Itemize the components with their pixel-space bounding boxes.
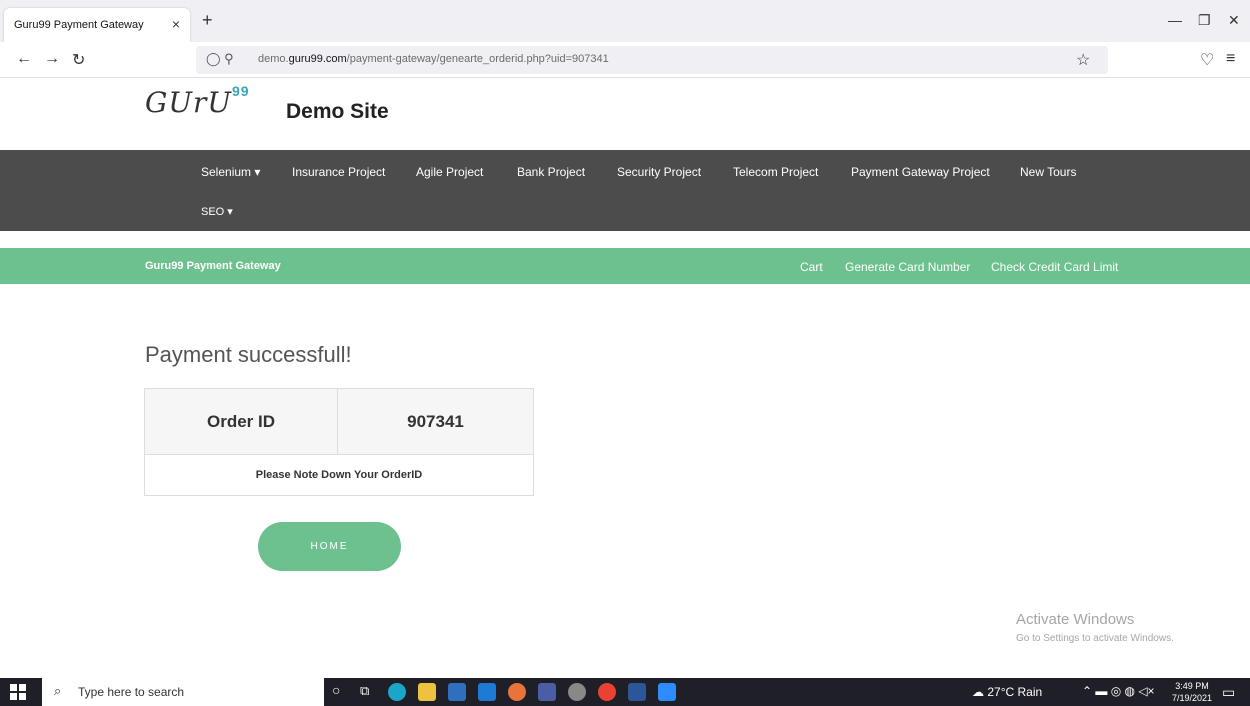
browser-tab-bar: Guru99 Payment Gateway × + — ❐ ✕ xyxy=(0,0,1250,42)
cart-link[interactable]: Cart xyxy=(800,260,823,274)
restore-icon[interactable]: ❐ xyxy=(1198,12,1211,29)
order-note: Please Note Down Your OrderID xyxy=(255,469,423,481)
minimize-icon[interactable]: — xyxy=(1168,12,1182,28)
menu-item-seo[interactable]: SEO ▾ xyxy=(201,205,233,218)
word-icon[interactable] xyxy=(628,683,646,701)
settings-gear-icon[interactable] xyxy=(568,683,586,701)
site-info-icon[interactable]: ◯ ⚲ xyxy=(206,51,234,67)
menu-hamburger-icon[interactable]: ≡ xyxy=(1226,50,1235,68)
cortana-icon[interactable]: ○ xyxy=(332,682,350,700)
window-close-icon[interactable]: ✕ xyxy=(1228,12,1240,29)
tab-title: Guru99 Payment Gateway xyxy=(14,19,144,31)
gateway-brand[interactable]: Guru99 Payment Gateway xyxy=(145,260,281,272)
guru99-logo[interactable]: GUrU99 xyxy=(145,83,250,119)
store-icon[interactable] xyxy=(448,683,466,701)
weather-widget[interactable]: ☁ 27°C Rain xyxy=(972,685,1042,699)
back-icon[interactable]: ← xyxy=(16,50,32,68)
menu-item-payment-gateway[interactable]: Payment Gateway Project xyxy=(851,165,990,179)
check-credit-card-limit-link[interactable]: Check Credit Card Limit xyxy=(991,260,1118,274)
close-tab-icon[interactable]: × xyxy=(172,16,180,32)
home-button[interactable]: HOME xyxy=(258,522,401,571)
new-tab-button[interactable]: + xyxy=(202,10,213,31)
url-text: demo.guru99.com/payment-gateway/genearte… xyxy=(258,53,609,65)
gateway-nav-bar: Guru99 Payment Gateway Cart Generate Car… xyxy=(0,248,1250,284)
notification-icon[interactable]: ▭ xyxy=(1222,684,1235,701)
menu-item-selenium[interactable]: Selenium ▾ xyxy=(201,165,260,179)
firefox-icon[interactable] xyxy=(508,683,526,701)
menu-item-new-tours[interactable]: New Tours xyxy=(1020,165,1076,179)
taskbar-search-placeholder: Type here to search xyxy=(78,685,185,699)
menu-item-security[interactable]: Security Project xyxy=(617,165,701,179)
app-icon[interactable] xyxy=(538,683,556,701)
bookmark-star-icon[interactable]: ☆ xyxy=(1076,50,1090,70)
order-id-value: 907341 xyxy=(338,389,533,455)
reload-icon[interactable]: ↻ xyxy=(72,50,85,70)
activate-windows-subtitle: Go to Settings to activate Windows. xyxy=(1016,633,1174,644)
pocket-icon[interactable]: ♡ xyxy=(1200,50,1214,70)
edge-icon[interactable] xyxy=(388,683,406,701)
payment-success-heading: Payment successfull! xyxy=(145,342,352,367)
order-table: Order ID 907341 Please Note Down Your Or… xyxy=(144,388,534,496)
windows-taskbar: ⌕ Type here to search ○ ⧉ ☁ 27°C Rain ⌃ … xyxy=(0,678,1250,706)
menu-item-bank[interactable]: Bank Project xyxy=(517,165,585,179)
menu-item-insurance[interactable]: Insurance Project xyxy=(292,165,385,179)
site-header: GUrU99 Demo Site xyxy=(0,78,1250,150)
browser-tab[interactable]: Guru99 Payment Gateway × xyxy=(4,8,190,42)
clock-time: 3:49 PM xyxy=(1175,681,1209,691)
task-view-icon[interactable]: ⧉ xyxy=(360,683,378,701)
menu-item-agile[interactable]: Agile Project xyxy=(416,165,483,179)
taskbar-search-box[interactable]: ⌕ Type here to search xyxy=(42,678,324,706)
activate-windows-title: Activate Windows xyxy=(1016,611,1135,628)
site-title: Demo Site xyxy=(286,100,389,123)
generate-card-number-link[interactable]: Generate Card Number xyxy=(845,260,970,274)
forward-icon[interactable]: → xyxy=(44,50,60,68)
clock[interactable]: 3:49 PM 7/19/2021 xyxy=(1172,680,1212,704)
main-menu: Selenium ▾ Insurance Project Agile Proje… xyxy=(0,150,1250,231)
clock-date: 7/19/2021 xyxy=(1172,693,1213,703)
url-bar[interactable]: ◯ ⚲ demo.guru99.com/payment-gateway/gene… xyxy=(196,46,1108,74)
chrome-icon[interactable] xyxy=(598,683,616,701)
zoom-icon[interactable] xyxy=(658,683,676,701)
browser-nav-bar: ← → ↻ ◯ ⚲ demo.guru99.com/payment-gatewa… xyxy=(0,42,1250,78)
system-tray-icons[interactable]: ⌃ ▬ ◎ ◍ ◁× xyxy=(1082,684,1155,698)
search-icon: ⌕ xyxy=(54,683,62,698)
mail-icon[interactable] xyxy=(478,683,496,701)
order-id-label: Order ID xyxy=(145,389,338,455)
menu-item-telecom[interactable]: Telecom Project xyxy=(733,165,818,179)
file-explorer-icon[interactable] xyxy=(418,683,436,701)
windows-start-icon[interactable] xyxy=(10,684,26,700)
